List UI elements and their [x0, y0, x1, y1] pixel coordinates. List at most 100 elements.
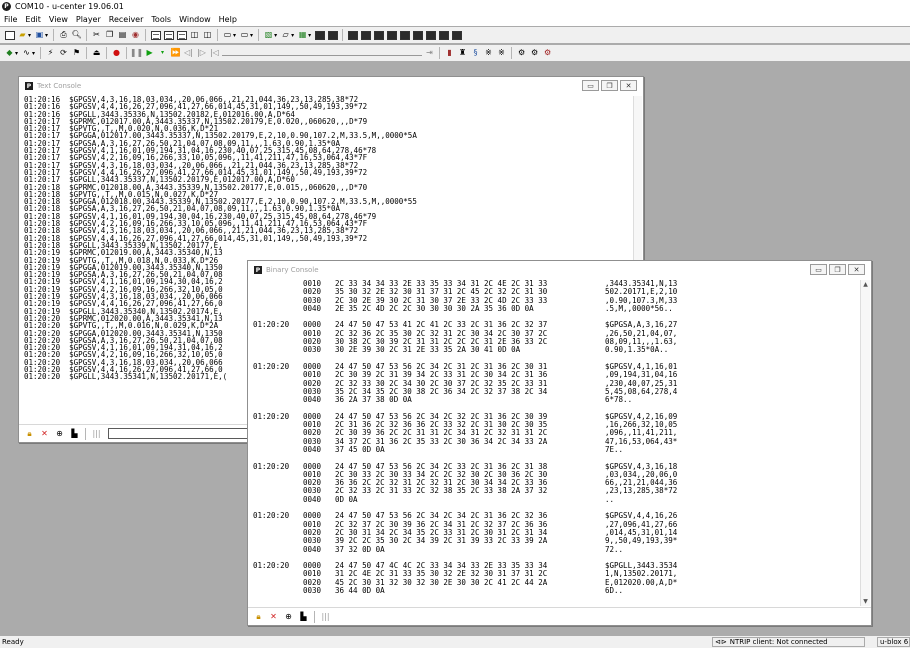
data-view-icon[interactable] [399, 30, 410, 41]
print-icon[interactable]: ⎙ [58, 30, 69, 41]
filter-icon[interactable]: ▙ [298, 611, 309, 622]
nmea-icon[interactable]: ※ [483, 48, 494, 59]
settings-gear-2-icon[interactable]: ⚙ [529, 48, 540, 59]
graph-view-icon[interactable]: ▱ [280, 30, 291, 41]
skip-end-icon[interactable]: ⇥ [424, 48, 435, 59]
close-button[interactable]: ✕ [620, 80, 637, 91]
settings-gear-3-icon[interactable]: ⚙ [542, 48, 553, 59]
text-console-titlebar[interactable]: P Text Console ▭ ❐ ✕ [19, 77, 643, 95]
cut-icon[interactable]: ✂ [91, 30, 102, 41]
clear-icon[interactable]: ✕ [39, 428, 50, 439]
tile-horizontal-icon[interactable]: ◫ [189, 30, 200, 41]
tile-vertical-icon[interactable]: ◫ [202, 30, 213, 41]
hex-timestamp [253, 380, 303, 388]
layout-dropdown-icon[interactable]: ▾ [233, 32, 236, 39]
connection-dropdown-icon[interactable]: ▾ [15, 50, 18, 57]
receiver-toolbar: ◆ ▾ ∿ ▾ ⚡ ⟳ ⚑ ⏏ ● ❚❚ ▶ ▾ ⏩ ◁| |▷ |◁ ⇥ ▮ ♜ … [0, 45, 910, 61]
settings-gear-icon[interactable]: ⚙ [516, 48, 527, 59]
chart-view-icon[interactable]: ▧ [263, 30, 274, 41]
gps-config-icon[interactable]: ♜ [457, 48, 468, 59]
clock-icon[interactable] [386, 30, 397, 41]
record-icon[interactable]: ● [111, 48, 122, 59]
find-icon[interactable]: ◉ [130, 30, 141, 41]
playback-slider[interactable] [222, 50, 423, 56]
scroll-down-icon[interactable]: ▼ [861, 598, 870, 605]
ntrip-status[interactable]: ⊲⊳ NTRIP client: Not connected [712, 637, 865, 647]
window-list-icon[interactable]: ▭ [239, 30, 250, 41]
minimize-button[interactable]: ▭ [810, 264, 827, 275]
histogram-icon[interactable] [425, 30, 436, 41]
copy-icon[interactable]: ❐ [104, 30, 115, 41]
pause-output-icon[interactable]: ||| [320, 611, 331, 622]
maximize-button[interactable]: ❐ [601, 80, 618, 91]
signal-icon[interactable] [438, 30, 449, 41]
menu-tools[interactable]: Tools [147, 13, 175, 26]
menu-edit[interactable]: Edit [21, 13, 45, 26]
graph-dropdown-icon[interactable]: ▾ [291, 32, 294, 39]
open-icon[interactable]: ▰ [17, 30, 28, 41]
menu-receiver[interactable]: Receiver [105, 13, 148, 26]
text-console-icon[interactable] [314, 30, 325, 41]
baudrate-icon[interactable]: ∿ [21, 48, 32, 59]
rewind-icon[interactable]: |◁ [209, 48, 220, 59]
maximize-button[interactable]: ❐ [829, 264, 846, 275]
binary-console-icon[interactable] [327, 30, 338, 41]
gps-reset-icon[interactable]: § [470, 48, 481, 59]
binary-console-window[interactable]: P Binary Console ▭ ❐ ✕ 0010 2C 33 34 34 3… [247, 260, 872, 626]
message-filter-icon[interactable]: ▮ [444, 48, 455, 59]
hex-timestamp [253, 479, 303, 487]
connection-icon[interactable]: ◆ [4, 48, 15, 59]
menu-player[interactable]: Player [72, 13, 105, 26]
menu-help[interactable]: Help [215, 13, 241, 26]
print-preview-icon[interactable]: 🔍︎ [71, 30, 82, 41]
filter-icon[interactable]: ▙ [69, 428, 80, 439]
chart-dropdown-icon[interactable]: ▾ [274, 32, 277, 39]
camera-icon[interactable] [451, 30, 462, 41]
zoom-icon[interactable]: ⊕ [283, 611, 294, 622]
play-icon[interactable]: ▶ [144, 48, 155, 59]
scroll-up-icon[interactable]: ▲ [861, 281, 870, 288]
binary-console-titlebar[interactable]: P Binary Console ▭ ❐ ✕ [248, 261, 871, 279]
save-icon[interactable]: ▣ [34, 30, 45, 41]
open-dropdown-icon[interactable]: ▾ [28, 32, 31, 39]
poll-icon[interactable]: ⟳ [58, 48, 69, 59]
save-dropdown-icon[interactable]: ▾ [45, 32, 48, 39]
pause-output-icon[interactable]: ||| [91, 428, 102, 439]
new-file-icon[interactable] [4, 30, 15, 41]
doc-paste-icon[interactable] [176, 30, 187, 41]
lock-icon[interactable]: 🔒︎ [24, 428, 35, 439]
sky-view-icon[interactable] [412, 30, 423, 41]
compass-icon[interactable] [373, 30, 384, 41]
menu-window[interactable]: Window [175, 13, 215, 26]
doc-copy-icon[interactable] [163, 30, 174, 41]
clear-icon[interactable]: ✕ [268, 611, 279, 622]
autobaud-icon[interactable]: ⚡ [45, 48, 56, 59]
list-dropdown-icon[interactable]: ▾ [250, 32, 253, 39]
menu-view[interactable]: View [45, 13, 72, 26]
fast-forward-icon[interactable]: ⏩ [170, 48, 181, 59]
deviation-map-icon[interactable] [347, 30, 358, 41]
play-dropdown-icon[interactable]: ▾ [157, 48, 168, 59]
step-forward-icon[interactable]: |▷ [196, 48, 207, 59]
antenna-icon[interactable]: ⚑ [71, 48, 82, 59]
hex-timestamp [253, 346, 303, 354]
step-back-icon[interactable]: ◁| [183, 48, 194, 59]
pause-icon[interactable]: ❚❚ [130, 48, 143, 59]
menu-file[interactable]: File [0, 13, 21, 26]
vertical-scrollbar[interactable]: ▲ ▼ [860, 280, 870, 606]
baudrate-dropdown-icon[interactable]: ▾ [32, 50, 35, 57]
toolbar-separator [439, 47, 441, 59]
doc-view-icon[interactable] [150, 30, 161, 41]
table-view-icon[interactable]: ▦ [297, 30, 308, 41]
close-button[interactable]: ✕ [848, 264, 865, 275]
lock-icon[interactable]: 🔒︎ [253, 611, 264, 622]
ubx-icon[interactable]: ※ [496, 48, 507, 59]
paste-icon[interactable]: ▤ [117, 30, 128, 41]
table-dropdown-icon[interactable]: ▾ [308, 32, 311, 39]
minimize-button[interactable]: ▭ [582, 80, 599, 91]
zoom-icon[interactable]: ⊕ [54, 428, 65, 439]
eject-icon[interactable]: ⏏ [91, 48, 102, 59]
satellite-view-icon[interactable] [360, 30, 371, 41]
window-layout-icon[interactable]: ▭ [222, 30, 233, 41]
hex-timestamp: 01:20:20 [253, 361, 290, 371]
